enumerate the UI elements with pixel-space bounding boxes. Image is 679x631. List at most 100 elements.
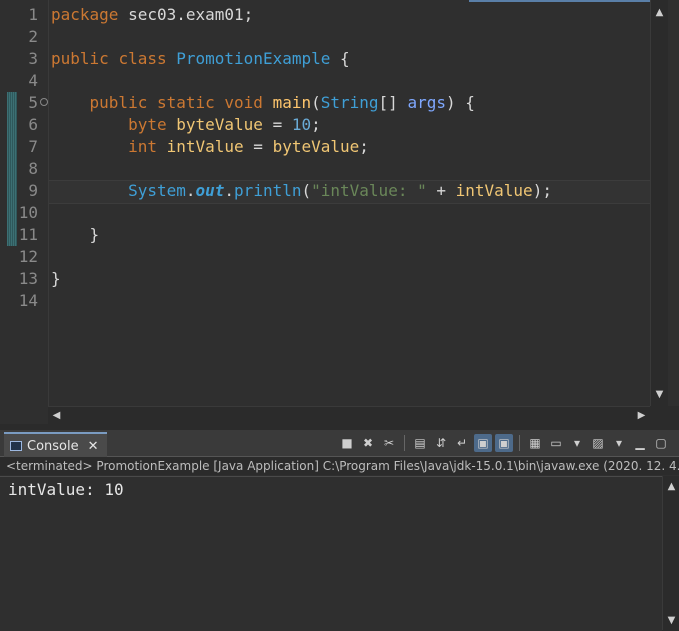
scroll-up-icon[interactable]: ▲	[663, 478, 679, 495]
tab-console[interactable]: Console ✕	[4, 432, 107, 458]
code-token: "intValue: "	[311, 181, 427, 200]
code-token: byteValue	[176, 115, 263, 134]
editor-vertical-scrollbar[interactable]: ▲ ▼	[650, 0, 668, 406]
pin-console-icon[interactable]: ▦	[526, 434, 544, 452]
console-output-line: intValue: 10	[8, 480, 124, 499]
minimize-icon[interactable]: ▁	[631, 434, 649, 452]
code-token: =	[243, 137, 273, 156]
line-number: 7	[28, 137, 38, 156]
code-editor[interactable]: 1 2 3 4 5 6 7 8 9 10 11 12 13 14 package sec03.exam01…	[0, 0, 679, 424]
chevron-down-icon[interactable]: ▾	[610, 434, 628, 452]
maximize-icon[interactable]: ▢	[652, 434, 670, 452]
line-number: 4	[28, 71, 38, 90]
console-view: Console ✕ ■ ✖ ✂ ▤ ⇵ ↵ ▣ ▣ ▦ ▭ ▾ ▨ ▾ ▁ ▢ …	[0, 430, 679, 631]
console-icon	[10, 441, 22, 451]
gutter-footer	[0, 406, 48, 424]
code-token: }	[51, 269, 61, 288]
console-vertical-scrollbar[interactable]: ▲ ▼	[662, 476, 679, 630]
word-wrap-icon[interactable]: ↵	[453, 434, 471, 452]
code-token: (	[311, 93, 321, 112]
console-tab-bar: Console ✕ ■ ✖ ✂ ▤ ⇵ ↵ ▣ ▣ ▦ ▭ ▾ ▨ ▾ ▁ ▢	[0, 430, 679, 458]
code-token: ;	[359, 137, 369, 156]
line-number: 5	[28, 93, 38, 112]
line-number: 1	[28, 5, 38, 24]
scroll-left-icon[interactable]: ◀	[48, 407, 65, 424]
line-number: 11	[18, 225, 38, 244]
remove-all-terminated-icon[interactable]: ✂	[380, 434, 398, 452]
code-token: []	[378, 93, 408, 112]
code-line: public class PromotionExample {	[51, 48, 350, 70]
scroll-down-icon[interactable]: ▼	[663, 612, 679, 629]
line-number: 9	[28, 181, 38, 200]
console-tab-label: Console	[27, 438, 79, 454]
stop-icon[interactable]: ■	[338, 434, 356, 452]
line-number: 3	[28, 49, 38, 68]
scroll-right-icon[interactable]: ▶	[633, 407, 650, 424]
code-token: int	[128, 137, 157, 156]
code-token: byteValue	[272, 137, 360, 156]
code-token: +	[426, 181, 456, 200]
remove-launch-icon[interactable]: ✖	[359, 434, 377, 452]
scroll-down-icon[interactable]: ▼	[651, 386, 668, 403]
line-number: 12	[18, 247, 38, 266]
scrollbar-corner	[650, 406, 679, 424]
code-token: public	[89, 93, 148, 112]
code-line: System.out.println("intValue: " + intVal…	[51, 180, 552, 202]
code-token: void	[224, 93, 263, 112]
code-line: package sec03.exam01;	[51, 4, 253, 26]
code-token: args	[407, 93, 446, 112]
scroll-lock-icon[interactable]: ⇵	[432, 434, 450, 452]
code-token: .	[224, 181, 235, 200]
code-token: intValue	[166, 137, 244, 156]
code-token: (	[301, 181, 312, 200]
code-line: public static void main(String[] args) {	[51, 92, 475, 114]
toolbar-separator	[519, 435, 520, 451]
code-token: System	[128, 181, 186, 200]
editor-horizontal-scrollbar[interactable]: ◀ ▶	[48, 406, 650, 424]
display-selected-console-icon[interactable]: ▭	[547, 434, 565, 452]
code-text-area[interactable]: package sec03.exam01; public class Promot…	[49, 0, 649, 406]
code-token: 10	[291, 115, 312, 134]
code-token: out	[195, 181, 225, 200]
clear-console-icon[interactable]: ▤	[411, 434, 429, 452]
close-icon[interactable]: ✕	[88, 439, 99, 454]
show-console-on-stdout-icon[interactable]: ▣	[474, 434, 492, 452]
code-line: int intValue = byteValue;	[51, 136, 369, 158]
launch-status: <terminated> PromotionExample [Java Appl…	[0, 457, 679, 475]
code-token: class	[118, 49, 167, 68]
fold-toggle-icon[interactable]	[40, 98, 48, 106]
code-token: =	[262, 115, 292, 134]
code-token: );	[532, 181, 552, 200]
code-token: static	[156, 93, 215, 112]
console-output-area[interactable]: intValue: 10	[0, 476, 662, 631]
code-token: intValue	[455, 181, 533, 200]
open-console-icon[interactable]: ▨	[589, 434, 607, 452]
line-number: 6	[28, 115, 38, 134]
code-token: String	[320, 93, 379, 112]
code-token: byte	[128, 115, 167, 134]
scroll-up-icon[interactable]: ▲	[651, 4, 668, 21]
line-number: 8	[28, 159, 38, 178]
toolbar-separator	[404, 435, 405, 451]
code-token: ) {	[445, 93, 475, 112]
chevron-down-icon[interactable]: ▾	[568, 434, 586, 452]
code-line: }	[51, 268, 61, 290]
code-token: sec03.exam01;	[118, 5, 254, 24]
line-number: 13	[18, 269, 38, 288]
code-line: }	[51, 224, 100, 246]
show-console-on-stderr-icon[interactable]: ▣	[495, 434, 513, 452]
code-token: }	[51, 225, 100, 244]
line-number: 2	[28, 27, 38, 46]
code-token: ;	[311, 115, 321, 134]
code-token: {	[330, 49, 350, 68]
